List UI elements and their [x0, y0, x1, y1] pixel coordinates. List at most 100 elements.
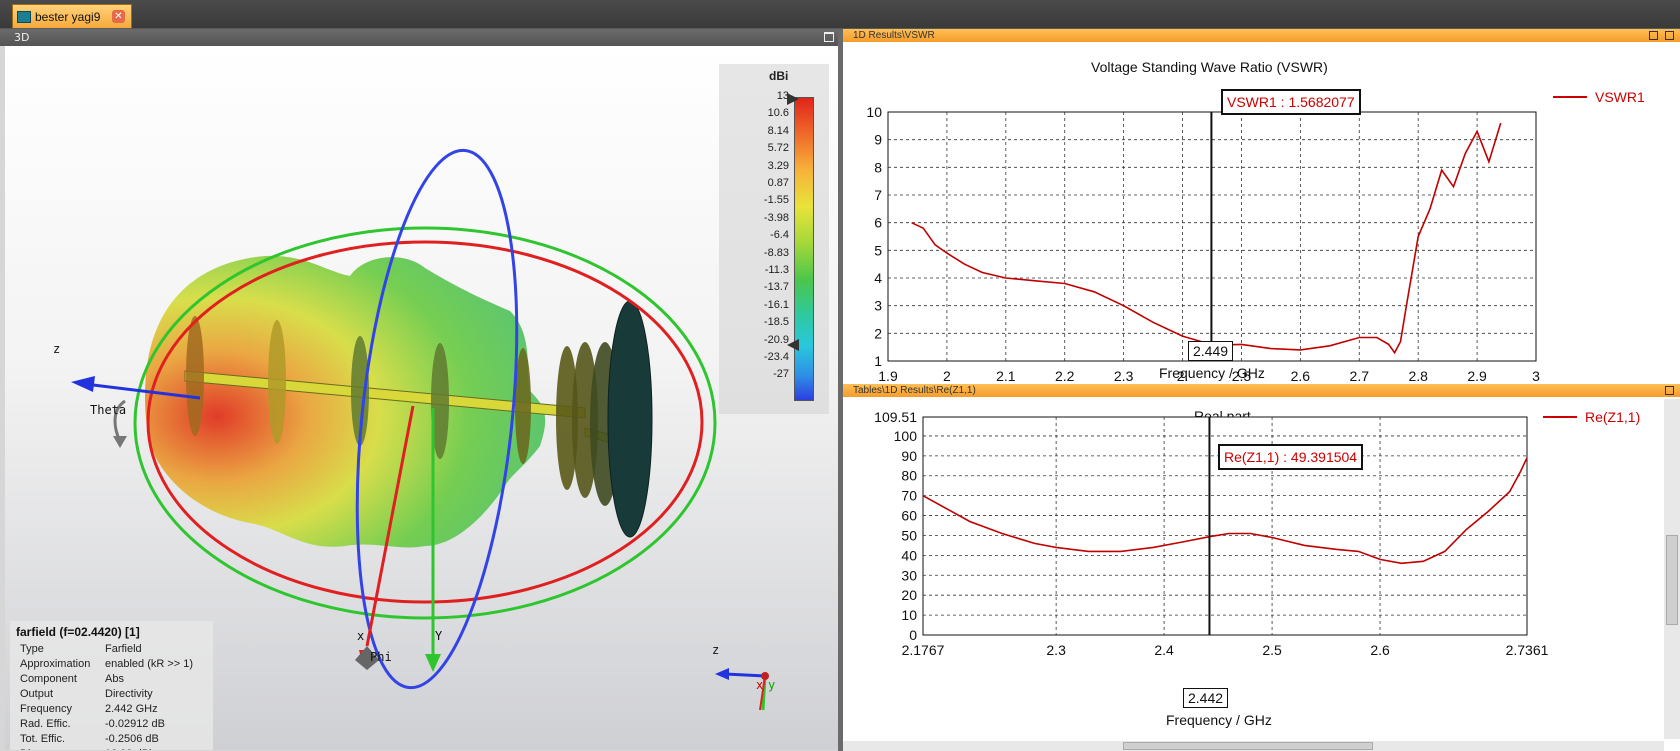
property-row: Tot. Effic. -0.2506 dB [16, 732, 207, 747]
maximize-icon[interactable] [1665, 386, 1674, 395]
legend-swatch [1553, 96, 1587, 98]
mini-z-arrow [715, 668, 729, 680]
property-key: Dir. [16, 747, 105, 750]
y-tick-label: 9 [874, 132, 882, 148]
theta-arrow-head [113, 436, 127, 448]
maximize-icon[interactable] [824, 32, 834, 42]
scrollbar-thumb[interactable] [1123, 742, 1373, 750]
horizontal-scrollbar[interactable] [843, 741, 1664, 751]
vswr-panel: 1D Results\VSWR Voltage Standing Wave Ra… [843, 29, 1680, 384]
y-tick-label: 6 [874, 215, 882, 231]
y-tick-label: 70 [901, 488, 917, 504]
colorbar-max-marker[interactable] [787, 93, 801, 105]
x-tick-label: 2.6 [1291, 368, 1311, 382]
property-row: Dir.12.99 dBi [16, 747, 207, 750]
property-value: 12.99 dBi [105, 747, 151, 750]
x-axis-label: x [357, 629, 365, 643]
view-3d-header: 3D [0, 29, 840, 46]
x-tick-label: 2.2 [1055, 368, 1075, 382]
y-tick-label: 20 [901, 587, 917, 603]
y-tick-label: 60 [901, 508, 917, 524]
colorbar-tick-label: -27 [773, 368, 789, 381]
re-xlabel: Frequency / GHz [1166, 712, 1272, 728]
y-tick-label: 100 [894, 428, 918, 444]
re-marker-readout[interactable]: Re(Z1,1) : 49.391504 [1218, 444, 1364, 470]
re-panel-title: Tables\1D Results\Re(Z1,1) [853, 385, 976, 396]
vswr-marker-readout[interactable]: VSWR1 : 1.5682077 [1221, 89, 1361, 115]
mini-z-label: z [712, 643, 720, 657]
x-tick-label: 2.5 [1262, 642, 1282, 658]
vswr-panel-title: 1D Results\VSWR [853, 30, 935, 41]
y-tick-label: 3 [874, 298, 882, 314]
colorbar-tick-label: -23.4 [763, 351, 789, 363]
x-tick-label: 2 [943, 368, 951, 382]
restore-icon[interactable] [1649, 31, 1658, 40]
view-3d-panel: 3D z Theta x Y Phi z x y dBi 13 10.6 8.1… [0, 29, 840, 751]
app-icon [17, 10, 31, 23]
property-value: -0.2506 dB [105, 733, 159, 745]
x-tick-label: 2.6 [1370, 642, 1390, 658]
x-tick-label: 1.9 [878, 368, 898, 382]
y-tick-label: 0 [909, 627, 917, 643]
x-tick-label: 2.3 [1046, 642, 1066, 658]
close-panel-icon[interactable] [1665, 31, 1674, 40]
scrollbar-thumb[interactable] [1666, 535, 1678, 625]
vswr-marker-x[interactable]: 2.449 [1188, 341, 1234, 361]
x-tick-label: 2.9 [1467, 368, 1487, 382]
re-legend-label: Re(Z1,1) [1585, 409, 1641, 425]
colorbar-tick-label: 10.6 [767, 107, 789, 120]
re-panel-header: Tables\1D Results\Re(Z1,1) [843, 384, 1680, 397]
property-value: Farfield [105, 643, 142, 655]
app-window: bester yagi9 ✕ 3D z Theta x Y Phi z x y … [0, 0, 1680, 751]
mini-x-label: x [756, 678, 764, 692]
y-tick-label: 4 [874, 270, 882, 286]
property-key: Type [20, 643, 44, 655]
x-tick-label: 2.4 [1154, 642, 1174, 658]
property-row: Frequency 2.442 GHz [16, 702, 207, 717]
property-value: -0.02912 dB [105, 718, 165, 730]
vswr-legend: VSWR1 [1553, 89, 1645, 105]
vertical-scrollbar[interactable] [1664, 399, 1680, 739]
re-z11-panel: Tables\1D Results\Re(Z1,1) Real part 0 10… [843, 384, 1680, 751]
y-tick-label: 8 [874, 159, 882, 175]
colorbar-tick-label: -20.9 [763, 333, 789, 346]
y-tick-label: 10 [901, 607, 917, 623]
phi-label: Phi [370, 650, 392, 664]
antenna-reflector [607, 300, 653, 538]
property-key: Rad. Effic. [20, 718, 71, 730]
antenna-element [186, 316, 204, 436]
farfield-property-list: Type Farfield Approximation enabled (kR >> … [16, 642, 207, 750]
z-axis-label: z [53, 342, 61, 356]
x-tick-label: 3 [1532, 368, 1540, 382]
property-value: Abs [105, 673, 124, 685]
colorbar-tick-label: -3.98 [763, 211, 789, 224]
property-value: enabled (kR >> 1) [105, 658, 194, 670]
view-3d-title: 3D [14, 31, 30, 44]
colorbar-tick-label: -18.5 [763, 316, 789, 329]
colorbar-tick-label: 13 [776, 90, 789, 102]
vswr-xlabel: Frequency / GHz [1159, 365, 1265, 381]
x-tick-label: 2.8 [1408, 368, 1428, 382]
close-icon[interactable]: ✕ [112, 10, 125, 23]
vswr-panel-header: 1D Results\VSWR [843, 29, 1680, 42]
farfield-3d-view[interactable]: z Theta x Y Phi z x y dBi 13 10.6 8.14 5.72… [5, 46, 838, 750]
colorbar-scale [794, 97, 814, 401]
y-tick-label: 7 [874, 187, 882, 203]
re-marker-x[interactable]: 2.442 [1183, 688, 1229, 708]
property-key: Tot. Effic. [20, 733, 66, 745]
property-value: 2.442 GHz [105, 703, 158, 715]
x-tick-label: 2.7 [1350, 368, 1370, 382]
property-key: Output [20, 688, 54, 700]
colorbar-legend: dBi 13 10.6 8.14 5.72 3.29 0.87 -1.55 -3.98 -6.4… [719, 64, 829, 414]
y-tick-label: 10 [866, 104, 882, 120]
y-tick-label: 90 [901, 448, 917, 464]
document-tab[interactable]: bester yagi9 ✕ [12, 4, 132, 28]
property-row: Component Abs [16, 672, 207, 687]
farfield-title: farfield (f=02.4420) [1] [16, 625, 140, 639]
colorbar-min-marker[interactable] [787, 339, 801, 351]
y-tick-label: 5 [874, 242, 882, 258]
property-row: Rad. Effic. -0.02912 dB [16, 717, 207, 732]
colorbar-tick-label: -13.7 [763, 281, 789, 294]
re-legend: Re(Z1,1) [1543, 409, 1640, 425]
property-key: Frequency [20, 703, 72, 715]
